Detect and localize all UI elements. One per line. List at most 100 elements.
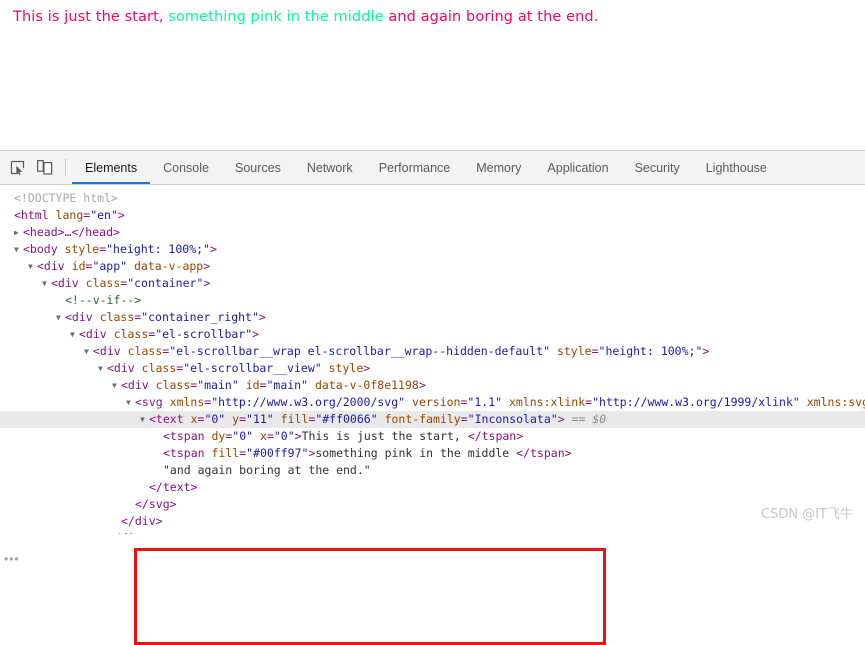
dom-line-div-close-1[interactable]: </div> — [0, 513, 865, 530]
dom-line-div-container[interactable]: ▼ <div class="container"> — [0, 275, 865, 292]
twisty-collapsed-icon[interactable]: ▶ — [14, 224, 23, 241]
devtools-tabstrip: Elements Console Sources Network Perform… — [72, 151, 865, 184]
dom-line-head[interactable]: ▶ <head>…</head> — [0, 224, 865, 241]
attr-name-x: x — [190, 412, 198, 426]
attr-name-id: id — [71, 259, 86, 273]
dom-line-doctype[interactable]: <!DOCTYPE html> — [0, 190, 865, 207]
twisty-expanded-icon[interactable]: ▼ — [70, 326, 79, 343]
attr-value-class: "main" — [197, 378, 239, 392]
attr-value-class: "container" — [127, 276, 204, 290]
tspan-2-text: something pink in the middle — [315, 446, 517, 460]
twisty-expanded-icon[interactable]: ▼ — [112, 377, 121, 394]
raw-text-node: "and again boring at the end." — [163, 463, 371, 477]
dom-line-body[interactable]: ▼ <body style="height: 100%;"> — [0, 241, 865, 258]
dom-line-text-selected[interactable]: ▼ <text x="0" y="11" fill="#ff0066" font-… — [0, 411, 865, 428]
dom-line-tspan-2[interactable]: <tspan fill="#00ff97">something pink in … — [0, 445, 865, 462]
dom-line-div-container-right[interactable]: ▼ <div class="container_right"> — [0, 309, 865, 326]
twisty-expanded-icon[interactable]: ▼ — [84, 343, 93, 360]
attr-value-fill: "#00ff97" — [246, 446, 309, 460]
attr-value-version: "1.1" — [467, 395, 503, 409]
tag-open-tspan-2: <tspan — [163, 446, 205, 460]
dom-line-div-scrollbar[interactable]: ▼ <div class="el-scrollbar"> — [0, 326, 865, 343]
attr-name-xmlns: xmlns — [169, 395, 205, 409]
tspan-1-text: This is just the start, — [301, 429, 468, 443]
tab-console[interactable]: Console — [150, 151, 222, 184]
comment-v-if: <!--v-if--> — [65, 293, 142, 307]
dom-line-svg-close[interactable]: </svg> — [0, 496, 865, 513]
tag-close-div-container: > — [203, 276, 211, 290]
dom-line-svg[interactable]: ▼ <svg xmlns="http://www.w3.org/2000/svg"… — [0, 394, 865, 411]
dom-line-div-main[interactable]: ▼ <div class="main" id="main" data-v-0f8e… — [0, 377, 865, 394]
twisty-expanded-icon[interactable]: ▼ — [56, 309, 65, 326]
twisty-expanded-icon[interactable]: ▼ — [42, 275, 51, 292]
devtools-panel: Elements Console Sources Network Perform… — [0, 150, 865, 645]
attr-value-x: "0" — [273, 429, 295, 443]
attr-name-class: class — [141, 361, 177, 375]
attr-value-xmlns: "http://www.w3.org/2000/svg" — [211, 395, 406, 409]
toolbar-divider — [65, 159, 66, 176]
device-toolbar-icon[interactable] — [31, 151, 58, 184]
tab-memory[interactable]: Memory — [463, 151, 534, 184]
tag-end-tspan-2: </tspan> — [516, 446, 572, 460]
attr-value-class: "el-scrollbar__view" — [183, 361, 322, 375]
dom-line-div-scrollbar-wrap[interactable]: ▼ <div class="el-scrollbar__wrap el-scrol… — [0, 343, 865, 360]
dom-tree[interactable]: <!DOCTYPE html> <html lang="en"> ▶ <head>… — [0, 185, 865, 534]
dom-line-html[interactable]: <html lang="en"> — [0, 207, 865, 224]
attr-value-dy: "0" — [232, 429, 254, 443]
gutter-ellipsis-marker[interactable]: ••• — [4, 553, 20, 565]
tab-sources[interactable]: Sources — [222, 151, 294, 184]
tag-close-div-scrollbar: > — [252, 327, 260, 341]
inspect-element-icon[interactable] — [4, 151, 31, 184]
dom-line-div-scrollbar-view[interactable]: ▼ <div class="el-scrollbar__view" style> — [0, 360, 865, 377]
dom-line-raw-text[interactable]: "and again boring at the end." — [0, 462, 865, 479]
twisty-expanded-icon[interactable]: ▼ — [126, 394, 135, 411]
attr-name-dy: dy — [211, 429, 226, 443]
attr-name-xmlns-svgjs: xmlns:svgjs — [806, 395, 865, 409]
twisty-expanded-icon[interactable]: ▼ — [14, 241, 23, 258]
tag-close-body: > — [209, 242, 217, 256]
tab-network[interactable]: Network — [294, 151, 366, 184]
attr-name-fill: fill — [211, 446, 240, 460]
dom-line-comment-vif[interactable]: <!--v-if--> — [0, 292, 865, 309]
tag-open-div-app: <div — [37, 259, 65, 273]
attr-name-class: class — [85, 276, 121, 290]
attr-name-font-family: font-family — [384, 412, 461, 426]
attr-name-class: class — [113, 327, 149, 341]
attr-value-fill: "#ff0066" — [315, 412, 378, 426]
tag-close-div-scrollbar-view: > — [363, 361, 371, 375]
tab-performance[interactable]: Performance — [366, 151, 464, 184]
dom-line-div-app[interactable]: ▼ <div id="app" data-v-app> — [0, 258, 865, 275]
doctype-text: <!DOCTYPE html> — [14, 191, 118, 205]
tag-close-div-container-right: > — [258, 310, 266, 324]
attr-value-class: "el-scrollbar" — [155, 327, 253, 341]
attr-value-style: "height: 100%;" — [106, 242, 210, 256]
attr-value-class: "container_right" — [141, 310, 259, 324]
dom-line-tspan-1[interactable]: <tspan dy="0" x="0">This is just the sta… — [0, 428, 865, 445]
attr-name-data-v: data-v-0f8e1198 — [314, 378, 419, 392]
dom-line-div-close-2[interactable]: </div> — [0, 530, 865, 534]
tab-security[interactable]: Security — [622, 151, 693, 184]
twisty-expanded-icon[interactable]: ▼ — [140, 411, 149, 428]
attr-value-xmlns-xlink: "http://www.w3.org/1999/xlink" — [592, 395, 800, 409]
tag-open-div-container-right: <div — [65, 310, 93, 324]
collapsed-head: <head>…</head> — [23, 225, 120, 239]
dom-line-text-close[interactable]: </text> — [0, 479, 865, 496]
attr-name-id: id — [245, 378, 260, 392]
attr-name-style: style — [64, 242, 100, 256]
devtools-toolbar: Elements Console Sources Network Perform… — [0, 151, 865, 185]
tag-end-svg: </svg> — [135, 497, 177, 511]
tag-open-tspan-1: <tspan — [163, 429, 205, 443]
twisty-expanded-icon[interactable]: ▼ — [98, 360, 107, 377]
tab-application[interactable]: Application — [534, 151, 621, 184]
tag-end-text: </text> — [149, 480, 198, 494]
annotation-red-box — [134, 548, 606, 645]
tab-elements[interactable]: Elements — [72, 151, 151, 184]
tag-open-div-scrollbar-view: <div — [107, 361, 135, 375]
tab-lighthouse[interactable]: Lighthouse — [693, 151, 780, 184]
tag-end-tspan-1: </tspan> — [467, 429, 524, 443]
selected-node-marker: == $0 — [571, 412, 607, 426]
watermark: CSDN @IT飞牛 — [761, 507, 853, 522]
attr-value-y: "11" — [246, 412, 274, 426]
attr-name-fill: fill — [280, 412, 309, 426]
twisty-expanded-icon[interactable]: ▼ — [28, 258, 37, 275]
